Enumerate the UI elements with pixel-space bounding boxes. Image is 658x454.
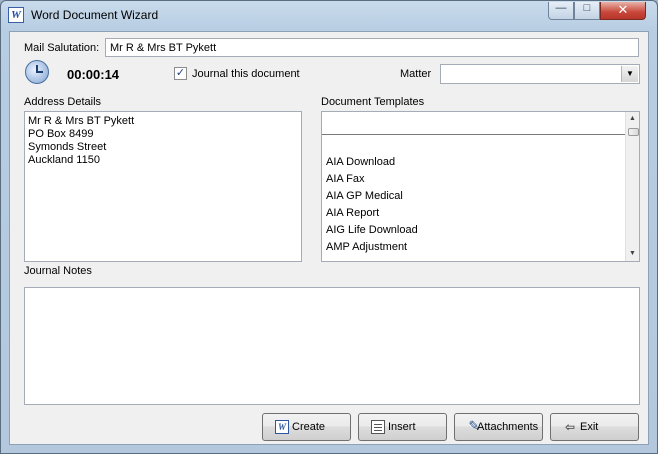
minimize-icon: — <box>555 2 567 14</box>
list-item[interactable]: AIA Report <box>326 207 379 219</box>
maximize-button[interactable]: □ <box>574 2 600 20</box>
mail-salutation-input[interactable]: Mr R & Mrs BT Pykett <box>105 38 639 57</box>
address-details-label: Address Details <box>24 96 102 108</box>
exit-button-label: Exit <box>580 421 599 433</box>
address-line: Mr R & Mrs BT Pykett <box>28 115 135 127</box>
address-details-textarea[interactable]: Mr R & Mrs BT Pykett PO Box 8499 Symonds… <box>24 111 302 262</box>
word-document-wizard-window: W Word Document Wizard — □ ✕ Mail Saluta… <box>0 0 658 454</box>
attachments-button[interactable]: ✎ Attachments <box>454 413 543 441</box>
word-document-icon: W <box>275 420 289 434</box>
chevron-down-icon[interactable]: ▼ <box>621 66 638 82</box>
list-item[interactable]: AMP Adjustment <box>326 241 407 253</box>
list-item[interactable]: AIA Download <box>326 156 395 168</box>
attachments-button-label: Attachments <box>477 421 539 433</box>
create-button[interactable]: W Create <box>262 413 351 441</box>
mail-salutation-value: Mr R & Mrs BT Pykett <box>110 42 217 54</box>
insert-button-label: Insert <box>388 421 416 433</box>
title-bar[interactable]: W Word Document Wizard — □ ✕ <box>1 1 657 31</box>
address-line: Auckland 1150 <box>28 154 100 166</box>
document-templates-label: Document Templates <box>321 96 425 108</box>
scroll-thumb[interactable] <box>628 128 639 136</box>
journal-notes-textarea[interactable] <box>24 287 640 405</box>
exit-button[interactable]: ⇦ Exit <box>550 413 639 441</box>
client-area: Mail Salutation: Mr R & Mrs BT Pykett 00… <box>9 31 649 445</box>
checkmark-icon: ✓ <box>175 67 186 79</box>
insert-document-icon <box>371 420 385 434</box>
address-line: PO Box 8499 <box>28 128 94 140</box>
address-line: Symonds Street <box>28 141 107 153</box>
journal-notes-label: Journal Notes <box>24 265 92 277</box>
close-icon: ✕ <box>617 3 629 18</box>
matter-label: Matter <box>400 68 432 80</box>
templates-scrollbar[interactable]: ▲ ▼ <box>625 112 639 261</box>
exit-door-icon: ⇦ <box>564 420 576 434</box>
journal-checkbox-label[interactable]: Journal this document <box>192 68 300 80</box>
list-item[interactable]: AIG Life Download <box>326 224 418 236</box>
maximize-icon: □ <box>583 2 591 14</box>
list-item[interactable]: AIA GP Medical <box>326 190 403 202</box>
mail-salutation-label: Mail Salutation: <box>24 42 100 54</box>
document-templates-list[interactable]: AIA Download AIA Fax AIA GP Medical AIA … <box>321 111 640 262</box>
list-item[interactable]: AIA Fax <box>326 173 365 185</box>
insert-button[interactable]: Insert <box>358 413 447 441</box>
window-title: Word Document Wizard <box>31 8 159 22</box>
scroll-down-icon[interactable]: ▼ <box>626 247 639 261</box>
elapsed-timer: 00:00:14 <box>67 67 120 82</box>
clock-icon <box>25 60 49 84</box>
close-button[interactable]: ✕ <box>600 2 646 20</box>
minimize-button[interactable]: — <box>548 2 574 20</box>
matter-combobox[interactable]: ▼ <box>440 64 640 84</box>
templates-filter-input[interactable] <box>322 112 625 135</box>
word-app-icon: W <box>8 7 24 23</box>
scroll-up-icon[interactable]: ▲ <box>626 112 639 126</box>
create-button-label: Create <box>292 421 326 433</box>
journal-checkbox[interactable]: ✓ <box>174 67 187 80</box>
